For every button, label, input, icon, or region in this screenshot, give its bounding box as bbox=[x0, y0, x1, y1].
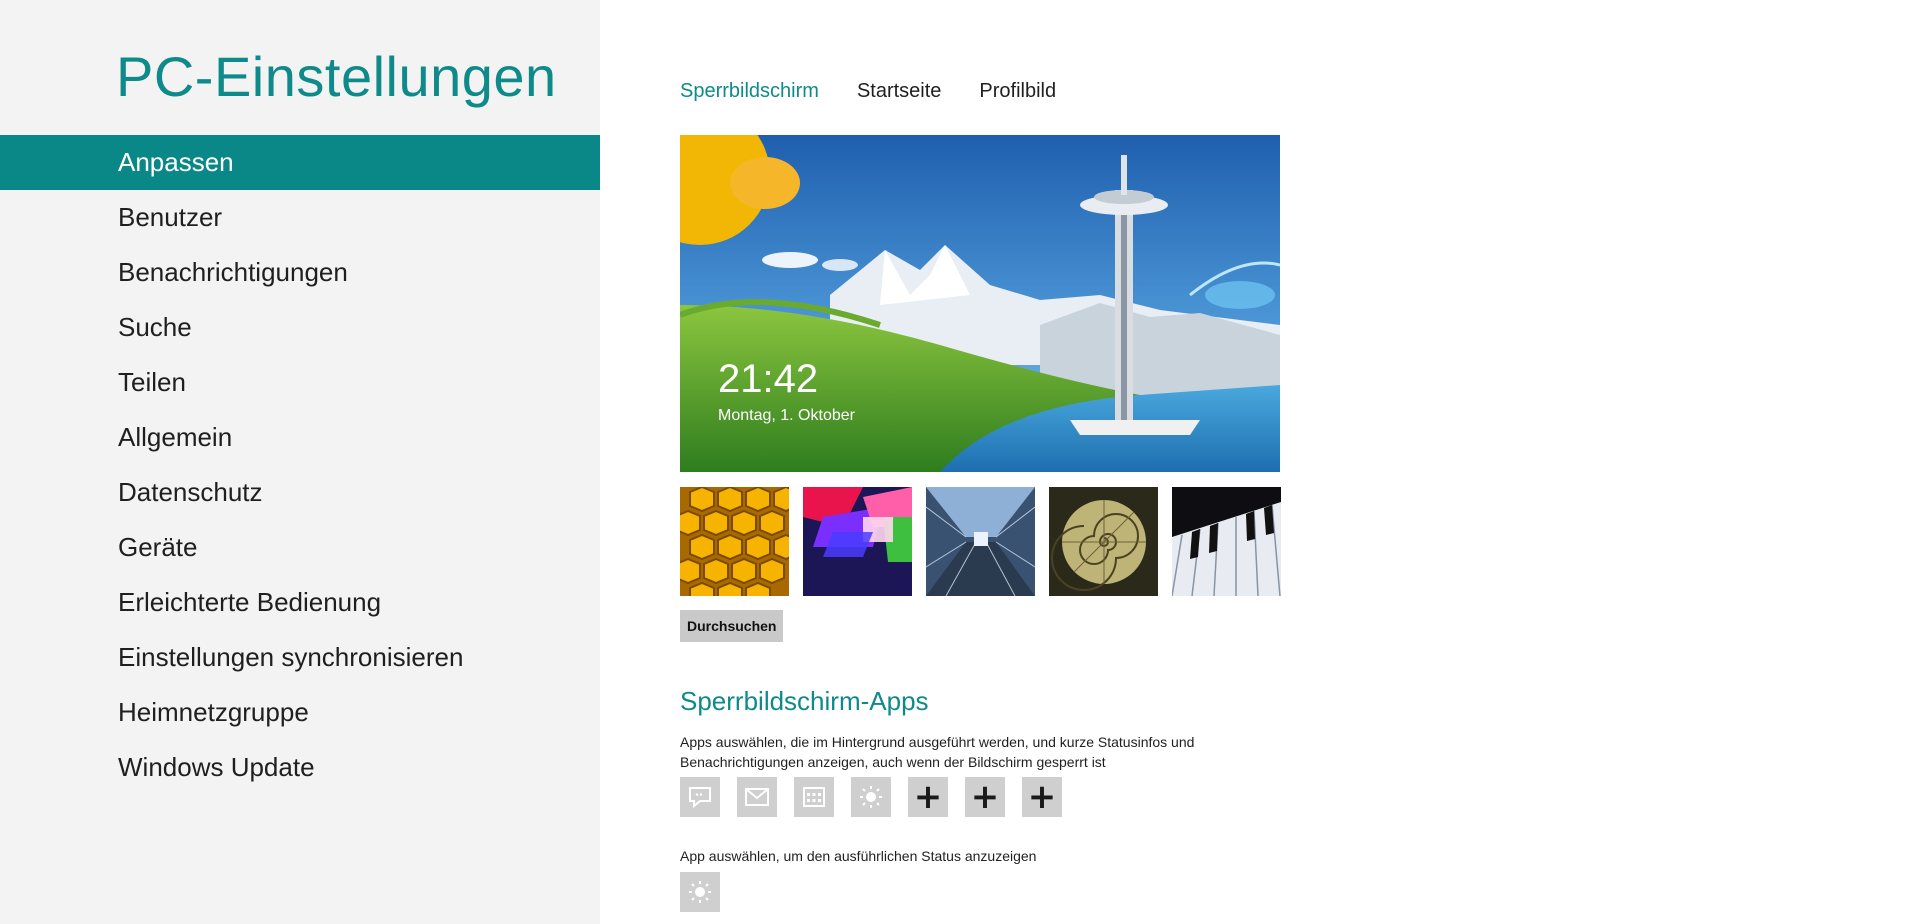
detail-status-label: App auswählen, um den ausführlichen Stat… bbox=[680, 848, 1037, 864]
add-icon: + bbox=[913, 777, 943, 817]
sidebar-item-geraete[interactable]: Geräte bbox=[0, 520, 600, 575]
sidebar-item-heimnetzgruppe[interactable]: Heimnetzgruppe bbox=[0, 685, 600, 740]
sidebar-item-windows-update[interactable]: Windows Update bbox=[0, 740, 600, 795]
weather-icon bbox=[860, 786, 882, 808]
train-tunnel-image bbox=[926, 487, 1035, 596]
lock-apps-row: + + + bbox=[680, 777, 1062, 817]
thumbnail-piano-keys[interactable] bbox=[1172, 487, 1281, 596]
sidebar-item-allgemein[interactable]: Allgemein bbox=[0, 410, 600, 465]
thumbnail-train-tunnel[interactable] bbox=[926, 487, 1035, 596]
add-icon: + bbox=[970, 777, 1000, 817]
mail-icon bbox=[745, 788, 769, 806]
page-title: PC-Einstellungen bbox=[116, 45, 557, 108]
browse-button[interactable]: Durchsuchen bbox=[680, 610, 784, 642]
calendar-icon bbox=[803, 787, 825, 807]
lock-screen-preview: 21:42 Montag, 1. Oktober bbox=[680, 135, 1280, 472]
sidebar-item-anpassen[interactable]: Anpassen bbox=[0, 135, 600, 190]
tab-startseite[interactable]: Startseite bbox=[857, 80, 941, 103]
colorful-shapes-image bbox=[803, 487, 912, 596]
piano-keys-image bbox=[1172, 487, 1281, 596]
detail-app-slot-weather[interactable] bbox=[680, 872, 720, 912]
main-panel: Sperrbildschirm Startseite Profilbild 21… bbox=[600, 0, 1916, 924]
thumbnail-colorful-shapes[interactable] bbox=[803, 487, 912, 596]
tab-bar: Sperrbildschirm Startseite Profilbild bbox=[680, 80, 1056, 103]
sidebar-item-teilen[interactable]: Teilen bbox=[0, 355, 600, 410]
lock-clock: 21:42 bbox=[718, 357, 819, 401]
sidebar: PC-Einstellungen Anpassen Benutzer Benac… bbox=[0, 0, 600, 924]
lock-apps-description: Apps auswählen, die im Hintergrund ausge… bbox=[680, 734, 1195, 770]
background-thumbnails bbox=[680, 487, 1281, 596]
sidebar-item-benutzer[interactable]: Benutzer bbox=[0, 190, 600, 245]
sidebar-item-datenschutz[interactable]: Datenschutz bbox=[0, 465, 600, 520]
sidebar-nav: Anpassen Benutzer Benachrichtigungen Suc… bbox=[0, 135, 600, 795]
lock-app-slot-add-1[interactable]: + bbox=[908, 777, 948, 817]
sidebar-item-benachrichtigungen[interactable]: Benachrichtigungen bbox=[0, 245, 600, 300]
sidebar-item-suche[interactable]: Suche bbox=[0, 300, 600, 355]
lock-app-slot-messaging[interactable] bbox=[680, 777, 720, 817]
lock-date: Montag, 1. Oktober bbox=[718, 407, 855, 424]
lock-app-slot-mail[interactable] bbox=[737, 777, 777, 817]
lock-app-slot-add-2[interactable]: + bbox=[965, 777, 1005, 817]
sidebar-item-einstellungen-synchronisieren[interactable]: Einstellungen synchronisieren bbox=[0, 630, 600, 685]
messaging-icon bbox=[689, 787, 711, 808]
tab-sperrbildschirm[interactable]: Sperrbildschirm bbox=[680, 80, 819, 103]
lock-app-slot-weather[interactable] bbox=[851, 777, 891, 817]
lock-app-slot-add-3[interactable]: + bbox=[1022, 777, 1062, 817]
thumbnail-nautilus-shell[interactable] bbox=[1049, 487, 1158, 596]
tab-profilbild[interactable]: Profilbild bbox=[979, 80, 1056, 103]
add-icon: + bbox=[1027, 777, 1057, 817]
sidebar-item-erleichterte-bedienung[interactable]: Erleichterte Bedienung bbox=[0, 575, 600, 630]
lock-apps-title: Sperrbildschirm-Apps bbox=[680, 686, 929, 716]
weather-icon bbox=[689, 881, 711, 903]
thumbnail-honeycomb[interactable] bbox=[680, 487, 789, 596]
nautilus-shell-image bbox=[1049, 487, 1158, 596]
lock-app-slot-calendar[interactable] bbox=[794, 777, 834, 817]
honeycomb-image bbox=[680, 487, 789, 596]
detail-status-slot bbox=[680, 872, 720, 912]
